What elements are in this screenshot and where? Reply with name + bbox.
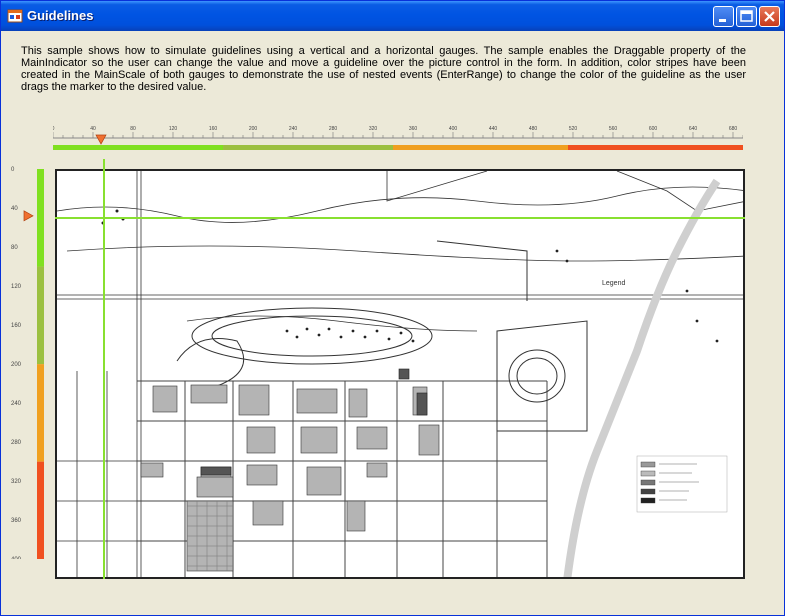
horizontal-guideline	[55, 217, 745, 219]
map-picture	[55, 169, 745, 579]
h-tick-label: 400	[449, 126, 458, 132]
h-tick-label: 360	[409, 126, 418, 132]
legend-title: Legend	[602, 280, 626, 287]
v-tick-label: 160	[11, 323, 22, 329]
h-tick-label: 120	[169, 126, 178, 132]
h-tick-label: 200	[249, 126, 258, 132]
h-tick-label: 440	[489, 126, 498, 132]
v-tick-label: 280	[11, 440, 22, 446]
h-tick-label: 160	[209, 126, 218, 132]
vertical-gauge[interactable]: 0 40 80 120 160 200 240 280 320 360 400	[9, 159, 49, 559]
v-tick-label: 320	[11, 479, 22, 485]
minimize-icon	[719, 19, 726, 22]
title-bar[interactable]: Guidelines	[1, 1, 784, 31]
v-color-stripe	[37, 461, 44, 559]
horizontal-gauge[interactable]: 0 40 80 120 160 200 240 280 320 360 400 440 480 520 56…	[53, 121, 743, 155]
map-legend	[636, 455, 728, 513]
v-tick-label: 120	[11, 284, 22, 290]
h-color-stripe	[53, 145, 223, 150]
h-color-stripe	[393, 145, 568, 150]
close-button[interactable]	[759, 6, 780, 27]
v-tick-label: 80	[11, 245, 18, 251]
h-tick-label: 680	[729, 126, 738, 132]
v-color-stripe	[37, 266, 44, 365]
v-tick-label: 360	[11, 518, 22, 524]
h-tick-label: 600	[649, 126, 658, 132]
h-tick-label: 0	[53, 126, 55, 132]
v-tick-label: 400	[11, 557, 22, 559]
h-color-stripe	[568, 145, 743, 150]
h-tick-label: 640	[689, 126, 698, 132]
v-color-stripe	[37, 364, 44, 462]
h-tick-label: 280	[329, 126, 338, 132]
vertical-guideline	[103, 159, 105, 579]
h-indicator-marker[interactable]	[95, 134, 107, 145]
maximize-button[interactable]	[736, 6, 757, 27]
v-color-stripe	[37, 169, 44, 267]
h-tick-label: 80	[130, 126, 136, 132]
close-icon	[764, 11, 775, 22]
v-tick-label: 0	[11, 167, 15, 173]
h-tick-label: 480	[529, 126, 538, 132]
h-tick-label: 240	[289, 126, 298, 132]
h-tick-label: 520	[569, 126, 578, 132]
h-tick-label: 40	[90, 126, 96, 132]
h-tick-label: 320	[369, 126, 378, 132]
app-form-icon	[7, 9, 23, 23]
v-tick-label: 200	[11, 362, 22, 368]
maximize-icon	[740, 10, 753, 22]
minimize-button[interactable]	[713, 6, 734, 27]
description-text: This sample shows how to simulate guidel…	[21, 45, 746, 93]
v-tick-label: 240	[11, 401, 22, 407]
v-indicator-marker[interactable]	[23, 210, 34, 222]
h-tick-label: 560	[609, 126, 618, 132]
campus-map-image	[57, 171, 743, 577]
guidelines-window: Guidelines This sample shows how to simu…	[0, 0, 785, 616]
h-color-stripe	[223, 145, 393, 150]
window-title: Guidelines	[27, 8, 94, 23]
v-tick-label: 40	[11, 206, 18, 212]
